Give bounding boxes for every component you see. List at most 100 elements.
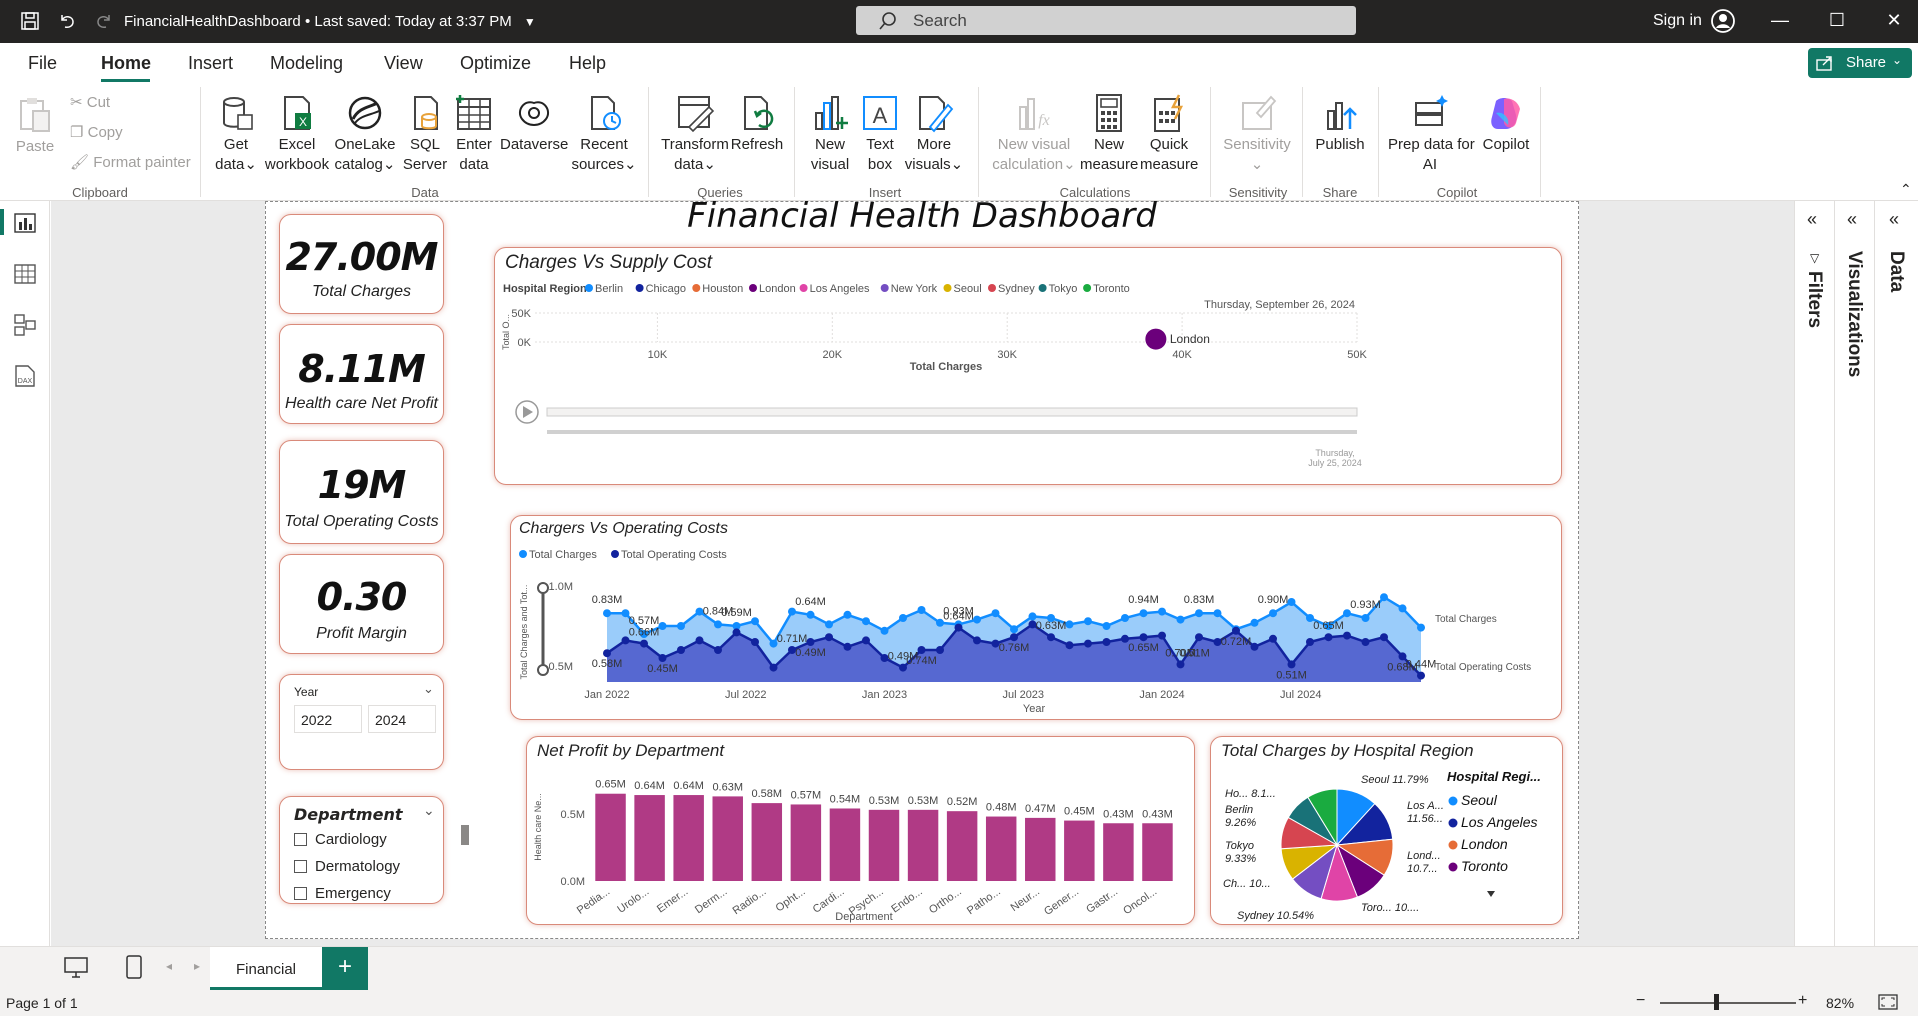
add-page-button[interactable]: + [322,947,368,990]
dataverse-button[interactable]: Dataverse [500,93,568,155]
undo-icon[interactable] [57,11,77,31]
text-box-button[interactable]: A Text box [856,93,904,175]
model-view-icon[interactable] [14,314,36,336]
area-chart-card[interactable]: Chargers Vs Operating Costs Total Charge… [510,515,1562,720]
legend-label: Houston [702,283,743,295]
report-view-icon[interactable] [14,213,36,233]
bar-chart-card[interactable]: Net Profit by Department 0.5M 0.0M Health … [526,736,1195,925]
collapse-ribbon-icon[interactable]: ⌃ [1900,181,1912,198]
checkbox[interactable] [294,887,307,900]
scrollbar[interactable] [461,825,469,845]
onelake-catalog-button[interactable]: OneLake catalog⌄ [332,93,398,175]
zoom-slider[interactable] [1660,1002,1796,1004]
expand-icon[interactable]: « [1807,209,1817,230]
document-title[interactable]: FinancialHealthDashboard • Last saved: T… [124,13,536,30]
tab-home[interactable]: Home [101,53,151,74]
data-pane-label[interactable]: Data [1885,251,1907,292]
sql-server-button[interactable]: SQL Server [400,93,450,175]
year-to-input[interactable]: 2024 [368,705,436,733]
bar-chart[interactable]: 0.5M 0.0M Health care Ne... 0.65M Pedia... 0.… [527,763,1196,925]
checkbox[interactable] [294,860,307,873]
kpi-card-total-charges[interactable]: 27.00M Total Charges [279,214,444,314]
legend-scroll-icon [1487,891,1495,897]
tab-file[interactable]: File [28,53,57,74]
page-tabs-bar: ◂ ▸ Financial + [0,946,1918,990]
expand-icon[interactable]: « [1847,209,1857,230]
department-slicer[interactable]: Department ⌄ Cardiology Dermatology Emer… [279,796,469,904]
share-button[interactable]: Share ⌄ [1808,48,1912,78]
kpi-card-profit-margin[interactable]: 0.30 Profit Margin [279,554,444,654]
refresh-button[interactable]: Refresh [730,93,784,155]
zoom-in-icon[interactable]: + [1798,992,1807,1010]
zoom-out-icon[interactable]: − [1636,992,1645,1010]
copilot-button[interactable]: Copilot [1476,93,1536,155]
zoom-slider-handle[interactable] [1714,994,1719,1010]
kpi-card-net-profit[interactable]: 8.11M Health care Net Profit [279,324,444,424]
chevron-down-icon[interactable]: ⌄ [423,802,435,819]
list-item[interactable]: Cardiology [294,831,387,848]
visualizations-pane-label[interactable]: Visualizations [1843,251,1865,377]
minimize-icon[interactable]: — [1768,10,1792,34]
list-item[interactable]: Dermatology [294,858,400,875]
filters-pane-label[interactable]: Filters [1803,271,1825,328]
x-tick-label: 50K [1347,349,1367,361]
data-label: Seoul 11.79% [1361,774,1429,786]
ribbon: Paste ✂ Cut ❐ Copy 🖌 Format painter Clip… [0,83,1918,201]
new-visual-button[interactable]: New visual [804,93,856,175]
page-tab-financial[interactable]: Financial [210,947,322,990]
fit-to-page-icon[interactable] [1878,994,1898,1010]
tab-optimize[interactable]: Optimize [460,53,531,74]
area-chart[interactable]: Total Charges Total Operating Costs 1.0M 0.… [511,542,1563,720]
scatter-chart-card[interactable]: Charges Vs Supply Cost Hospital Region Be… [494,247,1562,485]
prep-data-for-ai-button[interactable]: Prep data for AI [1388,93,1475,175]
enter-data-button[interactable]: Enter data [450,93,498,175]
tab-view[interactable]: View [384,53,423,74]
search-box[interactable]: Search [856,6,1356,35]
report-page[interactable]: Financial Health Dashboard 27.00M Total … [265,196,1579,939]
data-label: 0.83M [1184,594,1215,606]
data-label: 0.43M [1103,808,1134,820]
save-icon[interactable] [20,11,40,31]
legend-label: London [759,283,796,295]
transform-data-button[interactable]: Transform data⌄ [660,93,730,175]
prev-page-icon[interactable]: ◂ [166,959,172,973]
year-slicer[interactable]: Year ⌄ 2022 2024 [279,674,444,770]
filters-pane[interactable]: « ▽ Filters [1795,201,1835,946]
recent-sources-button[interactable]: Recent sources⌄ [570,93,638,175]
dax-query-view-icon[interactable]: DAX [14,364,36,388]
data-label: Lond... [1407,850,1441,862]
expand-icon[interactable]: « [1889,209,1899,230]
next-page-icon[interactable]: ▸ [194,959,200,973]
chevron-down-icon[interactable]: ▼ [524,15,536,29]
close-icon[interactable]: ✕ [1882,10,1906,34]
search-placeholder: Search [913,11,967,30]
desktop-layout-icon[interactable] [64,957,88,979]
get-data-button[interactable]: Get data⌄ [208,93,264,175]
excel-workbook-button[interactable]: X Excel workbook [262,93,332,175]
publish-button[interactable]: Publish [1312,93,1368,155]
data-pane[interactable]: « Data [1875,201,1918,946]
account-icon[interactable] [1710,8,1736,34]
pie-chart-card[interactable]: Total Charges by Hospital Region Seoul 1… [1210,736,1563,925]
checkbox[interactable] [294,833,307,846]
pie-chart[interactable]: Seoul 11.79% Los A...11.56... Lond...10.7.… [1211,763,1564,925]
kpi-card-operating-costs[interactable]: 19M Total Operating Costs [279,440,444,544]
tab-help[interactable]: Help [569,53,606,74]
y-tick-label: 1.0M [549,581,573,593]
new-measure-button[interactable]: New measure [1080,93,1138,175]
visualizations-pane[interactable]: « Visualizations [1835,201,1875,946]
table-view-icon[interactable] [14,264,36,284]
mobile-layout-icon[interactable] [126,955,142,979]
quick-measure-button[interactable]: Quick measure [1140,93,1198,175]
data-label: 0.65M [595,779,626,791]
year-from-input[interactable]: 2022 [294,705,362,733]
more-visuals-button[interactable]: More visuals⌄ [904,93,964,175]
sign-in-link[interactable]: Sign in [1653,12,1702,30]
list-item[interactable]: Emergency [294,885,391,902]
maximize-icon[interactable]: ☐ [1825,10,1849,34]
chevron-down-icon[interactable]: ⌄ [423,681,434,697]
scatter-chart[interactable]: Hospital Region Berlin Chicago Houston Londo… [495,276,1563,484]
tab-modeling[interactable]: Modeling [270,53,343,74]
tab-insert[interactable]: Insert [188,53,233,74]
more-visuals-icon [919,96,954,133]
